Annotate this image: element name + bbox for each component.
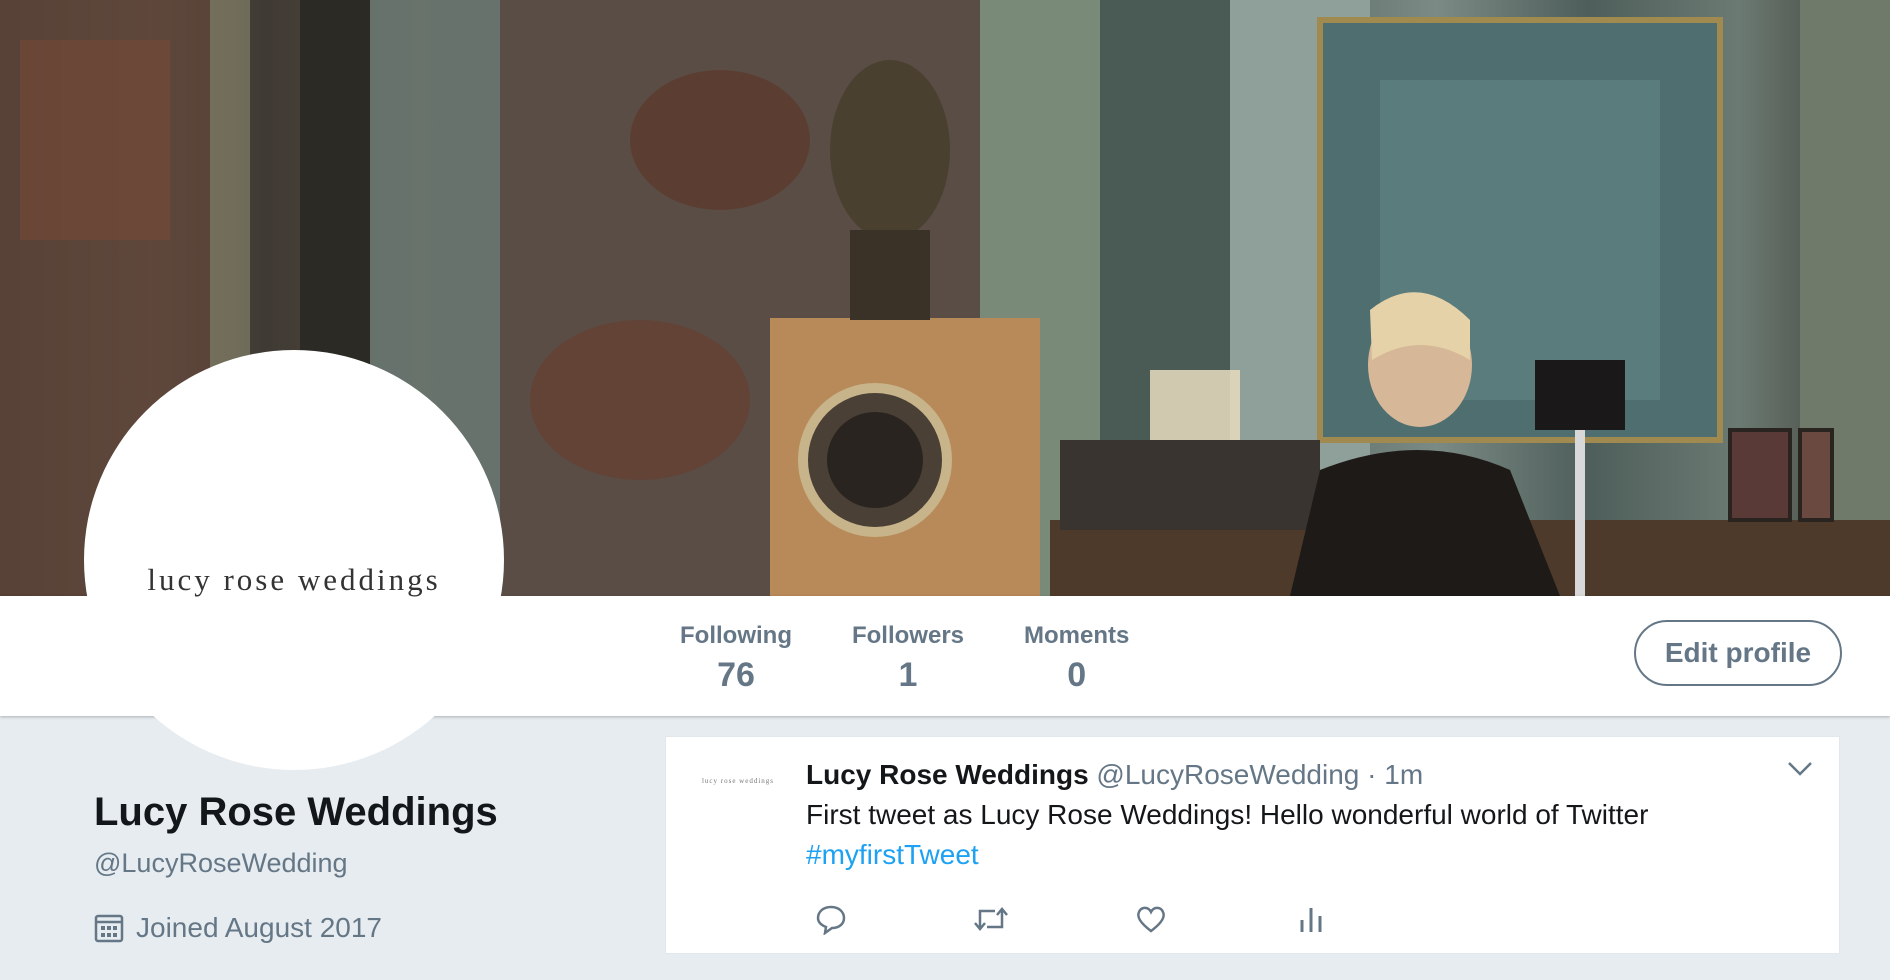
tweet-author-handle[interactable]: @LucyRoseWedding: [1096, 759, 1359, 790]
chevron-down-icon[interactable]: [1787, 761, 1813, 782]
stat-following[interactable]: Following 76: [680, 596, 792, 716]
joined-text: Joined August 2017: [136, 912, 382, 943]
tweet-avatar[interactable]: lucy rose weddings: [696, 777, 780, 807]
reply-icon[interactable]: [811, 899, 851, 939]
stat-value: 1: [898, 656, 918, 694]
stat-moments[interactable]: Moments 0: [1024, 596, 1129, 716]
avatar-logo-text: lucy rose weddings: [147, 562, 441, 597]
stat-label: Following: [680, 622, 792, 649]
stat-label: Followers: [851, 622, 965, 649]
tweet-actions: [811, 899, 1451, 939]
analytics-icon[interactable]: [1291, 899, 1331, 939]
tweet-author-name[interactable]: Lucy Rose Weddings: [806, 759, 1089, 790]
tweet-text: First tweet as Lucy Rose Weddings! Hello…: [806, 799, 1649, 830]
stat-label: Moments: [1024, 622, 1130, 649]
heart-icon[interactable]: [1131, 899, 1171, 939]
stat-followers[interactable]: Followers 1: [852, 596, 964, 716]
tweet-header: Lucy Rose Weddings @LucyRoseWedding · 1m: [806, 759, 1423, 791]
tweet-avatar-text: lucy rose weddings: [701, 777, 775, 785]
calendar-icon: [94, 913, 124, 943]
profile-handle: @LucyRoseWedding: [94, 848, 348, 878]
profile-name[interactable]: Lucy Rose Weddings: [94, 790, 498, 835]
tweet-card[interactable]: lucy rose weddings Lucy Rose Weddings @L…: [665, 736, 1840, 954]
edit-profile-button[interactable]: Edit profile: [1634, 620, 1842, 686]
retweet-icon[interactable]: [971, 899, 1011, 939]
tweet-timestamp[interactable]: 1m: [1384, 759, 1423, 790]
profile-avatar[interactable]: lucy rose weddings: [84, 350, 504, 770]
joined-date: Joined August 2017: [94, 912, 382, 944]
tweet-hashtag-link[interactable]: #myfirstTweet: [806, 839, 979, 871]
stat-value: 0: [1067, 656, 1087, 694]
tweet-separator: ·: [1359, 759, 1385, 790]
stat-value: 76: [717, 656, 755, 694]
profile-stats: Following 76 Followers 1 Moments 0: [680, 596, 1189, 716]
